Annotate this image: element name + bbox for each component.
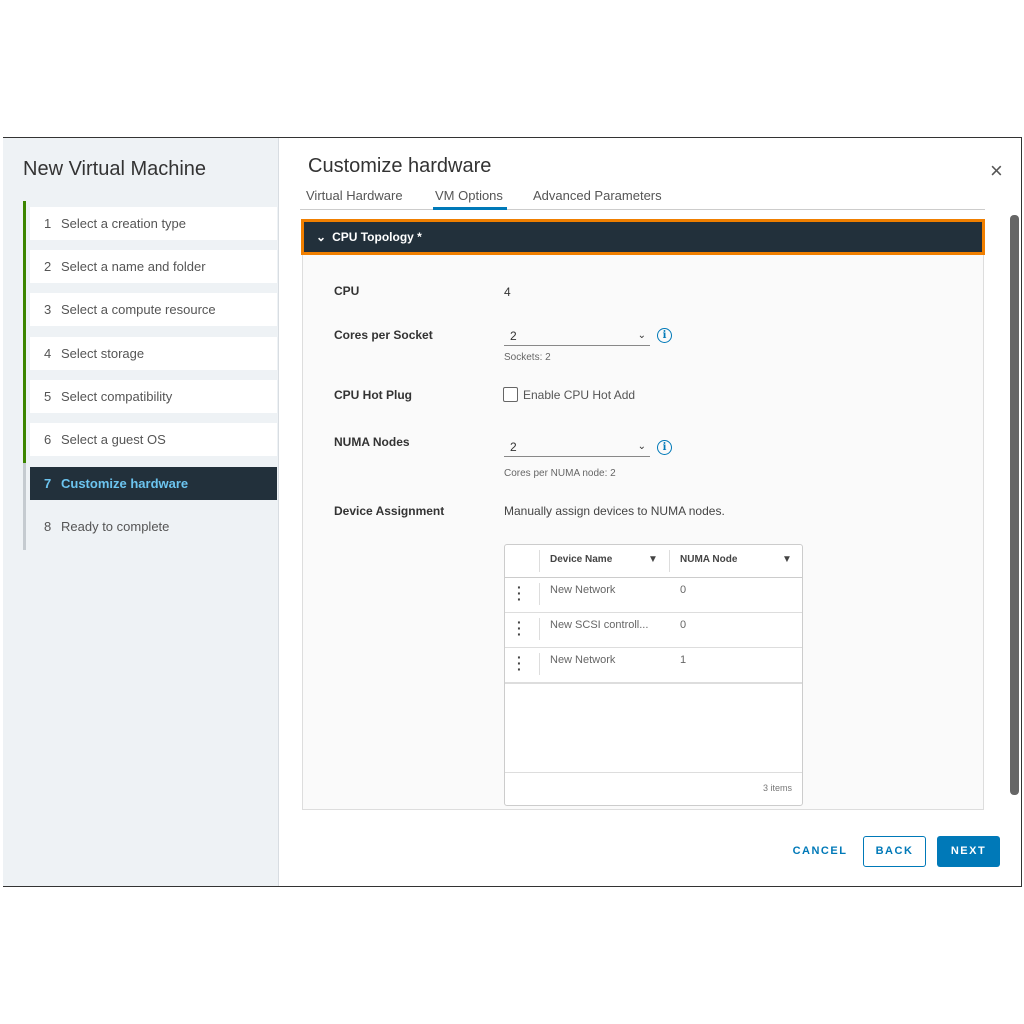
column-divider — [539, 653, 540, 675]
info-icon[interactable]: i — [657, 440, 672, 455]
next-button[interactable]: NEXT — [937, 836, 1000, 867]
cancel-button[interactable]: CANCEL — [787, 836, 853, 867]
step-number: 4 — [44, 346, 52, 361]
step-number: 3 — [44, 302, 52, 317]
step-number: 8 — [44, 519, 52, 534]
cpu-hot-add-label[interactable]: Enable CPU Hot Add — [523, 388, 635, 402]
cpu-topology-header[interactable]: ⌄ CPU Topology * — [301, 219, 985, 255]
device-name: New Network — [550, 584, 616, 596]
cpu-hot-plug-label: CPU Hot Plug — [334, 388, 412, 402]
wizard-step-1[interactable]: 1 Select a creation type — [30, 207, 277, 240]
table-row[interactable]: · · · New Network 1 — [505, 648, 802, 684]
cores-per-numa-hint: Cores per NUMA node: 2 — [504, 468, 616, 479]
scrollbar[interactable] — [1010, 215, 1019, 795]
step-number: 6 — [44, 432, 52, 447]
table-row[interactable]: · · · New SCSI controll... 0 — [505, 613, 802, 648]
column-divider — [539, 583, 540, 605]
step-label: Select a compute resource — [61, 302, 216, 317]
column-divider — [669, 550, 670, 572]
more-actions-icon[interactable]: · · · — [517, 615, 522, 641]
select-value: 2 — [510, 440, 517, 454]
cores-per-socket-select[interactable]: 2 ⌄ — [504, 326, 650, 346]
wizard-step-6[interactable]: 6 Select a guest OS — [30, 423, 277, 456]
chevron-down-icon: ⌄ — [316, 230, 327, 244]
column-header-numa-node[interactable]: NUMA Node — [680, 554, 737, 565]
step-label: Ready to complete — [61, 519, 170, 534]
info-icon[interactable]: i — [657, 328, 672, 343]
device-assignment-description: Manually assign devices to NUMA nodes. — [504, 504, 725, 518]
cpu-value: 4 — [504, 285, 511, 299]
numa-nodes-label: NUMA Nodes — [334, 435, 410, 449]
table-row[interactable]: · · · New Network 0 — [505, 578, 802, 613]
section-title: CPU Topology * — [332, 230, 422, 244]
wizard-title: New Virtual Machine — [23, 158, 207, 180]
wizard-step-8: 8 Ready to complete — [30, 510, 277, 543]
step-number: 5 — [44, 389, 52, 404]
table-header: Device Name ▼ NUMA Node ▼ — [505, 545, 802, 578]
column-divider — [539, 618, 540, 640]
tab-virtual-hardware[interactable]: Virtual Hardware — [306, 188, 403, 203]
tab-advanced-parameters[interactable]: Advanced Parameters — [533, 188, 662, 203]
progress-remaining-line — [23, 463, 26, 550]
chevron-down-icon: ⌄ — [637, 330, 646, 341]
column-divider — [539, 550, 540, 572]
column-header-device-name[interactable]: Device Name — [550, 554, 612, 565]
wizard-step-7-active[interactable]: 7 Customize hardware — [30, 467, 277, 500]
item-count: 3 items — [762, 783, 792, 793]
close-icon[interactable]: × — [990, 158, 1003, 184]
filter-icon[interactable]: ▼ — [648, 554, 658, 565]
device-name: New Network — [550, 654, 616, 666]
progress-complete-line — [23, 201, 26, 463]
more-actions-icon[interactable]: · · · — [517, 580, 522, 606]
device-assignment-label: Device Assignment — [334, 504, 445, 518]
wizard-step-4[interactable]: 4 Select storage — [30, 337, 277, 370]
more-actions-icon[interactable]: · · · — [517, 650, 522, 676]
filter-icon[interactable]: ▼ — [782, 554, 792, 565]
device-name: New SCSI controll... — [550, 619, 649, 631]
tabs-divider — [300, 209, 985, 210]
step-label: Select compatibility — [61, 389, 173, 404]
numa-node: 0 — [680, 584, 687, 596]
step-number: 2 — [44, 259, 52, 274]
numa-node: 0 — [680, 619, 687, 631]
wizard-step-5[interactable]: 5 Select compatibility — [30, 380, 277, 413]
cores-per-socket-label: Cores per Socket — [334, 328, 433, 342]
step-label: Select a creation type — [61, 216, 187, 231]
cpu-label: CPU — [334, 284, 360, 298]
cpu-hot-add-checkbox[interactable] — [503, 387, 518, 402]
step-number: 7 — [44, 476, 52, 491]
device-numa-table: Device Name ▼ NUMA Node ▼ · · · New Network… — [504, 544, 803, 806]
chevron-down-icon: ⌄ — [637, 441, 646, 452]
select-value: 2 — [510, 329, 517, 343]
numa-node: 1 — [680, 654, 687, 666]
page-title: Customize hardware — [308, 155, 492, 177]
wizard-step-2[interactable]: 2 Select a name and folder — [30, 250, 277, 283]
step-label: Select storage — [61, 346, 145, 361]
back-button[interactable]: BACK — [863, 836, 926, 867]
sockets-hint: Sockets: 2 — [504, 352, 551, 363]
wizard-step-3[interactable]: 3 Select a compute resource — [30, 293, 277, 326]
step-label: Select a name and folder — [61, 259, 206, 274]
step-label: Select a guest OS — [61, 432, 166, 447]
tab-vm-options[interactable]: VM Options — [435, 188, 503, 203]
table-footer-divider — [505, 772, 802, 773]
step-number: 1 — [44, 216, 52, 231]
active-tab-underline — [433, 207, 507, 210]
numa-nodes-select[interactable]: 2 ⌄ — [504, 437, 650, 457]
step-label: Customize hardware — [61, 476, 189, 491]
